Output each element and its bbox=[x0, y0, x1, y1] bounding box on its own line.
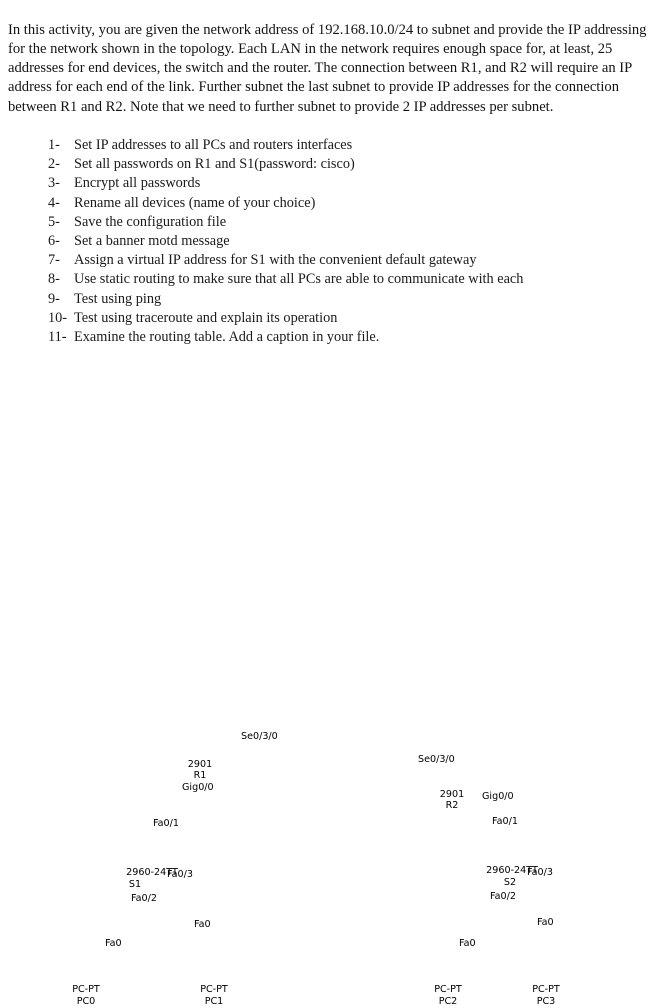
list-item: 7- Assign a virtual IP address for S1 wi… bbox=[48, 251, 648, 270]
task-number: 1- bbox=[48, 137, 60, 153]
task-number: 9- bbox=[48, 290, 60, 307]
label-s2-uplink: Fa0/1 bbox=[492, 816, 518, 827]
task-text: Rename all devices (name of your choice) bbox=[74, 194, 316, 211]
task-text: Examine the routing table. Add a caption… bbox=[74, 329, 380, 346]
task-text: Set IP addresses to all PCs and routers … bbox=[74, 137, 353, 153]
task-text: Test using ping bbox=[74, 290, 162, 307]
list-item: 3- Encrypt all passwords bbox=[48, 174, 648, 193]
task-number: 3- bbox=[48, 175, 60, 192]
task-number: 11- bbox=[48, 329, 67, 346]
label-r2-gig: Gig0/0 bbox=[482, 791, 514, 802]
label-s1-fa03: Fa0/3 bbox=[167, 869, 193, 880]
list-item: 4- Rename all devices (name of your choi… bbox=[48, 194, 648, 213]
label-pc3-nic: Fa0 bbox=[537, 917, 554, 928]
list-item: 10- Test using traceroute and explain it… bbox=[48, 309, 648, 328]
label-s1-name: S1 bbox=[128, 879, 142, 890]
label-pc2-model: PC-PT bbox=[434, 984, 462, 995]
label-s2-fa02: Fa0/2 bbox=[490, 891, 516, 902]
task-number: 4- bbox=[48, 194, 60, 211]
label-pc2-nic: Fa0 bbox=[459, 938, 476, 949]
task-number: 8- bbox=[48, 271, 60, 288]
task-number: 10- bbox=[48, 309, 68, 326]
task-text: Test using traceroute and explain its op… bbox=[74, 309, 338, 326]
label-pc0-name: PC0 bbox=[76, 996, 96, 1007]
label-pc3-model: PC-PT bbox=[532, 984, 560, 995]
task-list: 1- Set IP addresses to all PCs and route… bbox=[48, 136, 648, 347]
label-pc0-model: PC-PT bbox=[72, 984, 100, 995]
label-pc0-nic: Fa0 bbox=[105, 938, 122, 949]
label-pc2-name: PC2 bbox=[438, 996, 458, 1007]
task-text: Set all passwords on R1 and S1(password:… bbox=[74, 156, 355, 173]
label-r1-gig: Gig0/0 bbox=[182, 782, 214, 793]
list-item: 6- Set a banner motd message bbox=[48, 232, 648, 251]
task-number: 5- bbox=[48, 213, 60, 230]
label-s1-uplink: Fa0/1 bbox=[153, 818, 179, 829]
list-item: 1- Set IP addresses to all PCs and route… bbox=[48, 136, 648, 155]
task-text: Set a banner motd message bbox=[74, 233, 230, 250]
list-item: 8- Use static routing to make sure that … bbox=[48, 270, 648, 289]
label-r1-serial: Se0/3/0 bbox=[241, 731, 278, 742]
task-text: Assign a virtual IP address for S1 with … bbox=[74, 252, 477, 269]
task-number: 2- bbox=[48, 156, 60, 173]
list-item: 9- Test using ping bbox=[48, 290, 648, 309]
label-s1-fa02: Fa0/2 bbox=[131, 893, 157, 904]
network-topology-diagram: Se0/3/0 Se0/3/0 2901 R1 Gig0/0 Fa0/1 290… bbox=[0, 355, 658, 1007]
list-item: 5- Save the configuration file bbox=[48, 213, 648, 232]
label-r2-name: R2 bbox=[445, 800, 459, 811]
task-number: 7- bbox=[48, 252, 60, 269]
label-s2-fa03: Fa0/3 bbox=[527, 867, 553, 878]
task-number: 6- bbox=[48, 233, 60, 250]
label-r1-model: 2901 bbox=[187, 759, 213, 770]
topology-canvas bbox=[0, 355, 658, 652]
label-s2-name: S2 bbox=[503, 877, 517, 888]
label-pc1-name: PC1 bbox=[204, 996, 224, 1007]
intro-paragraph: In this activity, you are given the netw… bbox=[8, 21, 647, 115]
list-item: 11- Examine the routing table. Add a cap… bbox=[48, 328, 648, 347]
label-r1-name: R1 bbox=[193, 770, 207, 781]
task-text: Encrypt all passwords bbox=[74, 175, 201, 192]
task-text: Use static routing to make sure that all… bbox=[74, 271, 524, 288]
label-pc1-nic: Fa0 bbox=[194, 919, 211, 930]
label-pc1-model: PC-PT bbox=[200, 984, 228, 995]
label-pc3-name: PC3 bbox=[536, 996, 556, 1007]
task-text: Save the configuration file bbox=[74, 213, 227, 230]
label-r2-serial: Se0/3/0 bbox=[418, 754, 455, 765]
label-r2-model: 2901 bbox=[439, 789, 465, 800]
list-item: 2- Set all passwords on R1 and S1(passwo… bbox=[48, 155, 648, 174]
